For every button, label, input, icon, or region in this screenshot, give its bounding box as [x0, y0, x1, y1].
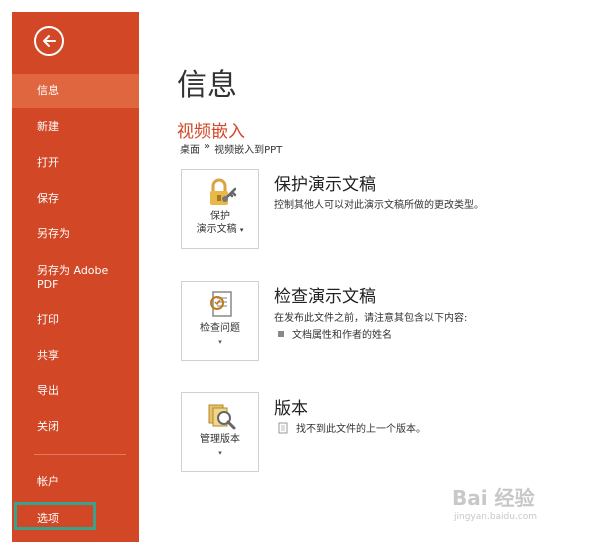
- card-label: 保护: [210, 211, 230, 222]
- sidebar-divider: [34, 454, 126, 455]
- nav-item-print[interactable]: 打印: [12, 303, 139, 337]
- nav-item-export[interactable]: 导出: [12, 374, 139, 408]
- chevron-down-icon: ▾: [239, 226, 244, 234]
- manage-versions-button[interactable]: 管理版本 ▾: [181, 392, 259, 472]
- lock-key-icon: [210, 178, 237, 205]
- list-item-text: 找不到此文件的上一个版本。: [296, 424, 426, 435]
- list-item: 文档属性和作者的姓名: [278, 326, 392, 341]
- bullet-icon: [278, 330, 284, 337]
- section-description: 控制其他人可以对此演示文稿所做的更改类型。: [274, 200, 484, 211]
- nav-item-save[interactable]: 保存: [12, 182, 139, 216]
- nav-item-save-as[interactable]: 另存为: [12, 217, 139, 251]
- watermark-url: jingyan.baidu.com: [454, 512, 538, 522]
- breadcrumb-item[interactable]: 桌面: [180, 141, 200, 156]
- nav-item-open[interactable]: 打开: [12, 146, 139, 180]
- nav-item-info[interactable]: 信息: [12, 74, 139, 108]
- nav-item-share[interactable]: 共享: [12, 339, 139, 373]
- manage-versions-icon: [208, 404, 236, 430]
- watermark-text: Bai 经验: [452, 486, 535, 510]
- section-title: 保护演示文稿: [274, 175, 376, 195]
- nav-item-account[interactable]: 帐户: [12, 465, 139, 499]
- document-icon: [278, 422, 288, 433]
- nav-item-close[interactable]: 关闭: [12, 410, 139, 444]
- breadcrumb-separator: »: [204, 141, 211, 152]
- check-issues-button[interactable]: 检查问题 ▾: [181, 281, 259, 361]
- inspect-document-icon: [210, 291, 232, 317]
- nav-item-save-as-pdf[interactable]: 另存为 Adobe PDF: [12, 260, 122, 300]
- document-title: 视频嵌入: [177, 122, 245, 142]
- nav-item-new[interactable]: 新建: [12, 110, 139, 144]
- protect-presentation-button[interactable]: 保护 演示文稿 ▾: [181, 169, 259, 249]
- options-highlight-box: [14, 502, 96, 530]
- list-item: 找不到此文件的上一个版本。: [278, 420, 426, 435]
- list-item-text: 文档属性和作者的姓名: [292, 330, 392, 341]
- baidu-watermark: Bai 经验 jingyan.baidu.com: [452, 482, 572, 530]
- breadcrumb-item[interactable]: 视频嵌入到PPT: [214, 141, 282, 156]
- breadcrumb: 桌面 » 视频嵌入到PPT: [180, 141, 282, 156]
- chevron-down-icon: ▾: [218, 449, 222, 457]
- card-label: 管理版本: [200, 434, 240, 445]
- back-button[interactable]: [34, 26, 64, 56]
- section-title: 版本: [274, 399, 308, 419]
- page-title: 信息: [177, 68, 237, 103]
- card-label: 检查问题: [200, 323, 240, 334]
- section-description: 在发布此文件之前，请注意其包含以下内容:: [274, 313, 468, 324]
- backstage-sidebar: 信息 新建 打开 保存 另存为 另存为 Adobe PDF 打印 共享 导出 关…: [12, 12, 139, 542]
- chevron-down-icon: ▾: [218, 338, 222, 346]
- card-label: 演示文稿 ▾: [196, 224, 244, 235]
- section-title: 检查演示文稿: [274, 287, 376, 307]
- back-arrow-icon: [43, 35, 56, 47]
